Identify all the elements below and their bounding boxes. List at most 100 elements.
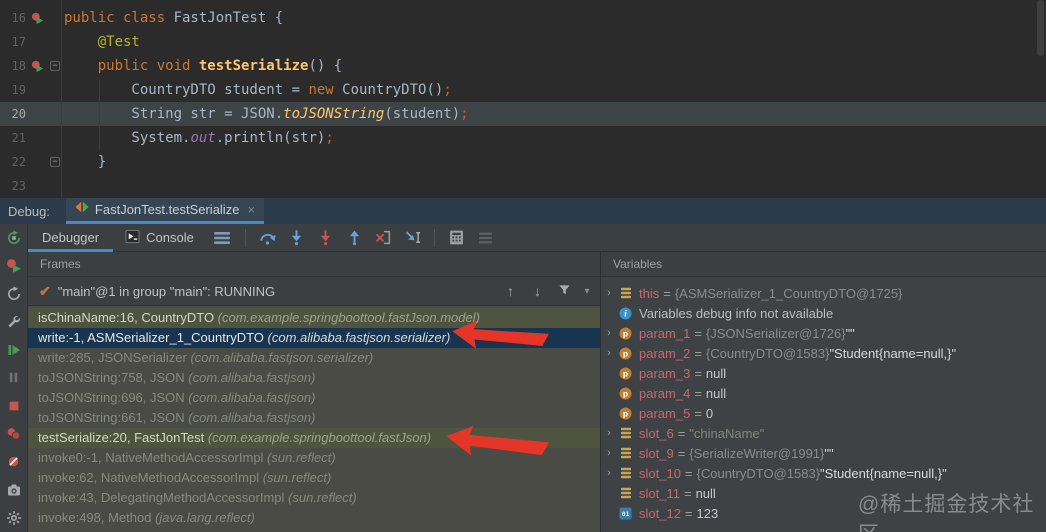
frame-down-icon[interactable]: ↓ [524, 283, 551, 299]
variable-row[interactable]: ›this={ASMSerializer_1_CountryDTO@1725} [601, 283, 1046, 303]
chevron-down-icon[interactable]: ▾ [578, 286, 596, 297]
step-buttons [253, 226, 427, 250]
variable-row[interactable]: pparam_4=null [601, 383, 1046, 403]
frame-location: toJSONString:696, JSON [38, 390, 188, 405]
variable-name: slot_10 [639, 466, 681, 481]
code-line[interactable]: 17 @Test [0, 30, 1046, 54]
run-to-cursor-button[interactable] [400, 226, 425, 250]
code-editor[interactable]: 16public class FastJonTest {17 @Test18− … [0, 0, 1046, 198]
code-text: @Test [62, 30, 140, 54]
frame-row[interactable]: invoke:62, NativeMethodAccessorImpl (sun… [28, 468, 600, 488]
mute-breakpoints-button[interactable] [5, 453, 22, 470]
equals-sign: = [685, 506, 693, 521]
editor-scrollbar[interactable] [1037, 0, 1044, 56]
code-line[interactable]: 16public class FastJonTest { [0, 6, 1046, 30]
frame-row[interactable]: write:285, JSONSerializer (com.alibaba.f… [28, 348, 600, 368]
debug-session-tab[interactable]: FastJonTest.testSerialize × [66, 198, 264, 224]
code-line[interactable]: 20 String str = JSON.toJSONString(studen… [0, 102, 1046, 126]
code-text: String str = JSON.toJSONString(student); [62, 102, 469, 126]
variable-value: "chinaName" [689, 426, 764, 441]
svg-text:p: p [623, 408, 628, 418]
code-line[interactable]: 21 System.out.println(str); [0, 126, 1046, 150]
debug-tab-title: FastJonTest.testSerialize [95, 202, 240, 217]
thread-selector[interactable]: ✔ "main"@1 in group "main": RUNNING ↑ ↓ … [28, 277, 600, 306]
variables-header: Variables [601, 252, 1046, 277]
expand-chevron-icon[interactable]: › [601, 327, 617, 339]
frame-row[interactable]: testSerialize:20, FastJonTest (com.examp… [28, 428, 600, 448]
variable-row[interactable]: pparam_5=0 [601, 403, 1046, 423]
step-out-button[interactable] [342, 226, 367, 250]
code-line[interactable]: 23 [0, 174, 1046, 198]
frame-location: invoke0:-1, NativeMethodAccessorImpl [38, 450, 267, 465]
frame-package: (com.alibaba.fastjson.serializer) [268, 330, 451, 345]
view-breakpoints-button[interactable] [5, 425, 22, 442]
step-over-button[interactable] [255, 226, 280, 250]
frame-row[interactable]: invoke0:-1, NativeMethodAccessorImpl (su… [28, 448, 600, 468]
step-into-button[interactable] [284, 226, 309, 250]
tab-console[interactable]: Console [113, 224, 206, 252]
variable-row[interactable]: ›slot_6="chinaName" [601, 423, 1046, 443]
expand-chevron-icon[interactable]: › [601, 467, 617, 479]
gutter-separator [61, 0, 62, 198]
variable-value: {JSONSerializer@1726} [706, 326, 846, 341]
variable-row[interactable]: ›pparam_2={CountryDTO@1583} "Student{nam… [601, 343, 1046, 363]
gutter-space [26, 174, 48, 198]
pause-program-button[interactable] [5, 369, 22, 386]
close-icon[interactable]: × [247, 203, 255, 216]
test-settings-button[interactable] [5, 313, 22, 330]
thread-dump-button[interactable] [5, 481, 22, 498]
fold-space [48, 30, 62, 54]
expand-chevron-icon[interactable]: › [601, 287, 617, 299]
fold-icon[interactable]: − [48, 54, 62, 78]
reload-changed-classes-button[interactable] [5, 285, 22, 302]
force-step-into-button[interactable] [313, 226, 338, 250]
expand-chevron-icon[interactable]: › [601, 347, 617, 359]
frame-row[interactable]: toJSONString:758, JSON (com.alibaba.fast… [28, 368, 600, 388]
settings-gear-button[interactable] [5, 509, 22, 526]
frame-row[interactable]: invoke:498, Method (java.lang.reflect) [28, 508, 600, 528]
rerun-failed-tests-button[interactable] [5, 257, 22, 274]
evaluate-expression-button[interactable] [444, 226, 469, 250]
frame-row[interactable]: toJSONString:696, JSON (com.alibaba.fast… [28, 388, 600, 408]
variables-info-row[interactable]: iVariables debug info not available [601, 303, 1046, 323]
drop-frame-button[interactable] [371, 226, 396, 250]
svg-text:01: 01 [622, 510, 630, 518]
tab-debugger[interactable]: Debugger [28, 224, 113, 252]
variable-value: null [696, 486, 716, 501]
frame-location: write:285, JSONSerializer [38, 350, 190, 365]
toolbar-separator [434, 229, 435, 247]
expand-chevron-icon[interactable]: › [601, 447, 617, 459]
fold-space [48, 78, 62, 102]
frame-location: invoke:62, NativeMethodAccessorImpl [38, 470, 263, 485]
code-line[interactable]: 19 CountryDTO student = new CountryDTO()… [0, 78, 1046, 102]
frame-row[interactable]: invoke:43, DelegatingMethodAccessorImpl … [28, 488, 600, 508]
expand-chevron-icon[interactable]: › [601, 427, 617, 439]
run-gutter-icon[interactable] [26, 54, 48, 78]
rerun-button[interactable] [5, 229, 22, 246]
variable-row[interactable]: ›pparam_1={JSONSerializer@1726} "" [601, 323, 1046, 343]
run-gutter-icon[interactable] [26, 6, 48, 30]
debug-label: Debug: [8, 204, 50, 219]
filter-funnel-icon[interactable] [551, 283, 578, 299]
hamburger-menu-icon[interactable] [214, 231, 230, 245]
frames-list: isChinaName:16, CountryDTO (com.example.… [28, 306, 600, 528]
primitive-icon: 01 [617, 507, 634, 520]
fold-icon[interactable]: − [48, 150, 62, 174]
resume-program-button[interactable] [5, 341, 22, 358]
frame-row[interactable]: isChinaName:16, CountryDTO (com.example.… [28, 308, 600, 328]
variable-row[interactable]: pparam_3=null [601, 363, 1046, 383]
value-icon [617, 287, 634, 299]
code-line[interactable]: 22− } [0, 150, 1046, 174]
code-line[interactable]: 18− public void testSerialize() { [0, 54, 1046, 78]
variable-row[interactable]: ›slot_10={CountryDTO@1583} "Student{name… [601, 463, 1046, 483]
line-number: 20 [0, 102, 26, 126]
frame-up-icon[interactable]: ↑ [497, 283, 524, 299]
layout-settings-button[interactable] [473, 226, 498, 250]
variable-row[interactable]: ›slot_9={SerializeWriter@1991} "" [601, 443, 1046, 463]
frame-location: toJSONString:661, JSON [38, 410, 188, 425]
frame-row[interactable]: write:-1, ASMSerializer_1_CountryDTO (co… [28, 328, 600, 348]
stop-button[interactable] [5, 397, 22, 414]
gutter-space [26, 150, 48, 174]
frame-row[interactable]: toJSONString:661, JSON (com.alibaba.fast… [28, 408, 600, 428]
debug-left-toolbar [0, 224, 28, 532]
